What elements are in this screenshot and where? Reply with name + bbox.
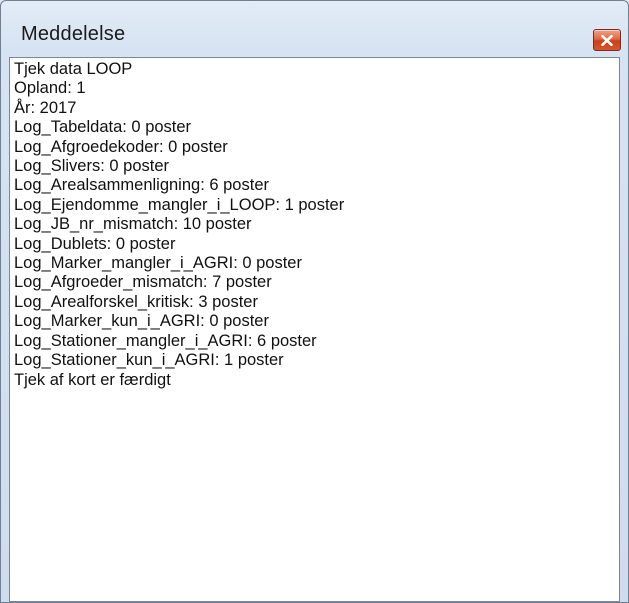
message-line: Log_Afgroedekoder: 0 poster <box>14 137 228 156</box>
message-line: Log_Stationer_kun_i_AGRI: 1 poster <box>14 351 284 370</box>
message-line: Log_JB_nr_mismatch: 10 poster <box>14 215 252 234</box>
message-line: År: 2017 <box>14 98 77 117</box>
message-line: Log_Tabeldata: 0 poster <box>14 118 192 137</box>
window-title: Meddelelse <box>21 23 126 45</box>
close-button[interactable] <box>593 29 621 51</box>
message-line: Log_Dublets: 0 poster <box>14 234 176 253</box>
message-line: Log_Slivers: 0 poster <box>14 157 170 176</box>
message-line: Opland: 1 <box>14 79 86 98</box>
close-x-icon <box>601 34 613 46</box>
message-line: Log_Stationer_mangler_i_AGRI: 6 poster <box>14 331 317 350</box>
message-line: Log_Marker_mangler_i_AGRI: 0 poster <box>14 254 302 273</box>
message-line: Tjek af kort er færdigt <box>14 370 171 389</box>
message-line: Log_Ejendomme_mangler_i_LOOP: 1 poster <box>14 195 345 214</box>
message-dialog: Meddelelse Tjek data LOOP Opland: 1 År: … <box>0 0 629 603</box>
message-textbox[interactable]: Tjek data LOOP Opland: 1 År: 2017 Log_Ta… <box>9 57 620 602</box>
message-line: Log_Marker_kun_i_AGRI: 0 poster <box>14 312 269 331</box>
message-line: Log_Afgroeder_mismatch: 7 poster <box>14 273 272 292</box>
message-line: Log_Arealsammenligning: 6 poster <box>14 176 269 195</box>
message-line: Log_Arealforskel_kritisk: 3 poster <box>14 292 258 311</box>
message-line: Tjek data LOOP <box>14 60 133 78</box>
title-bar[interactable]: Meddelelse <box>1 1 628 53</box>
